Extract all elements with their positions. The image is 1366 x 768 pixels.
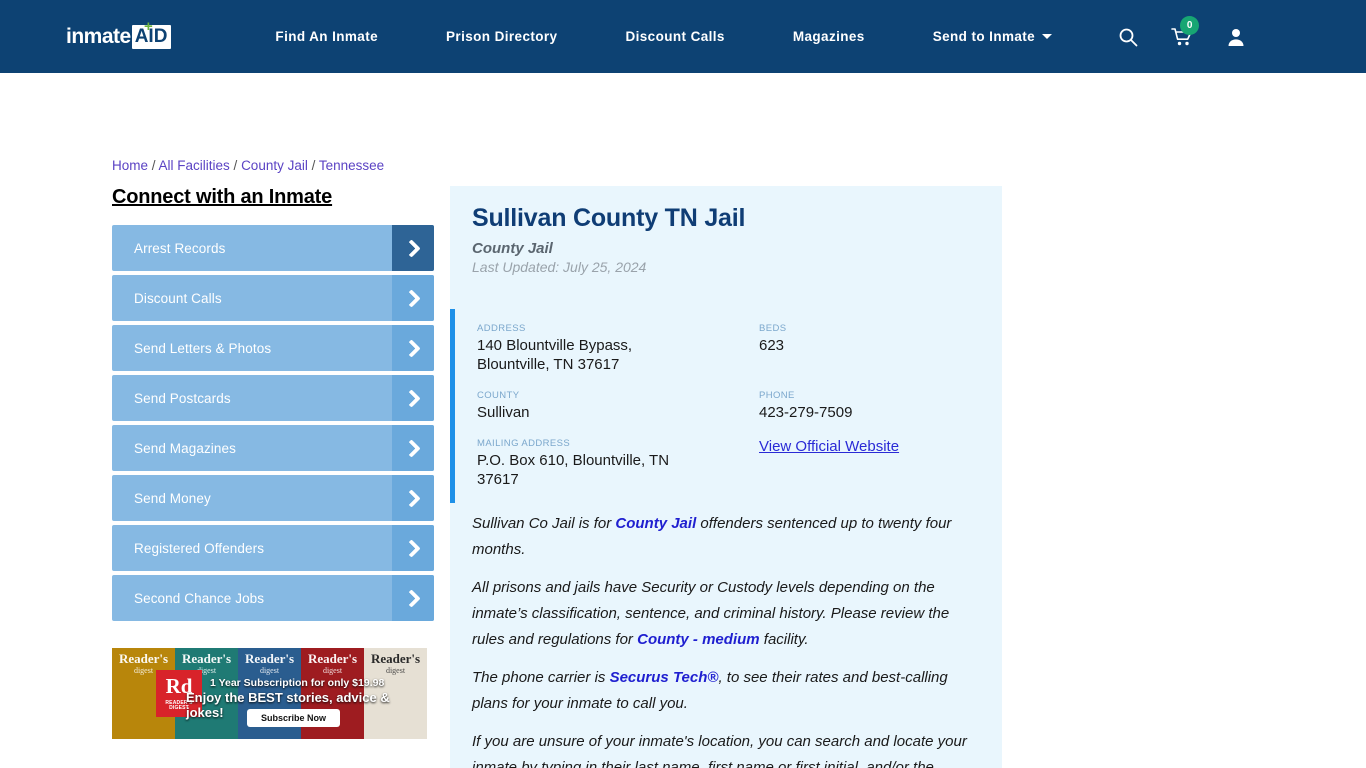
info-field-county: COUNTY Sullivan <box>477 390 759 422</box>
sidebar-item-discount-calls[interactable]: Discount Calls <box>112 275 434 321</box>
info-field-phone: PHONE 423-279-7509 <box>759 390 1002 422</box>
paragraph-text: Sullivan Co Jail is for <box>472 515 616 532</box>
primary-nav: Find An Inmate Prison Directory Discount… <box>241 29 1086 44</box>
description-paragraph-3: The phone carrier is Securus Tech®, to s… <box>472 665 974 717</box>
cart-icon[interactable]: 0 <box>1170 15 1200 49</box>
chevron-right-icon <box>392 575 434 621</box>
ad-brand-top: Reader's <box>118 651 169 666</box>
breadcrumb-separator: / <box>307 158 319 173</box>
subscribe-now-button[interactable]: Subscribe Now <box>247 709 341 727</box>
sidebar-item-arrest-records[interactable]: Arrest Records <box>112 225 434 271</box>
facility-info-box: ADDRESS 140 Blountville Bypass, Blountvi… <box>450 309 1002 503</box>
breadcrumb-separator: / <box>229 158 242 173</box>
logo-plus-icon: + <box>144 17 153 35</box>
advertisement-banner[interactable]: Reader's digest Reader's digest Reader's… <box>112 648 427 739</box>
info-field-address: ADDRESS 140 Blountville Bypass, Blountvi… <box>477 323 759 374</box>
ad-brand-top: Reader's <box>244 651 295 666</box>
info-value: 623 <box>759 337 785 354</box>
facility-panel: Sullivan County TN Jail County Jail Last… <box>450 186 1002 768</box>
info-field-website: View Official Website <box>759 438 1002 489</box>
site-header: inmate AID + Find An Inmate Prison Direc… <box>0 0 1366 73</box>
breadcrumb-item-tennessee[interactable]: Tennessee <box>319 158 384 173</box>
chevron-right-icon <box>392 525 434 571</box>
header-icon-group: 0 <box>1116 15 1248 49</box>
user-icon[interactable] <box>1224 25 1248 49</box>
facility-info-grid: ADDRESS 140 Blountville Bypass, Blountvi… <box>477 323 1002 489</box>
nav-item-send-to-inmate[interactable]: Send to Inmate <box>899 29 1086 44</box>
nav-item-find-an-inmate[interactable]: Find An Inmate <box>241 29 412 44</box>
view-official-website-link[interactable]: View Official Website <box>759 438 899 455</box>
sidebar-item-send-postcards[interactable]: Send Postcards <box>112 375 434 421</box>
info-label: COUNTY <box>477 390 520 401</box>
sidebar-heading: Connect with an Inmate <box>112 186 333 208</box>
search-icon[interactable] <box>1116 25 1140 49</box>
ad-brand-sub: digest <box>259 666 280 675</box>
breadcrumb-item-all-facilities[interactable]: All Facilities <box>159 158 230 173</box>
breadcrumb-separator: / <box>148 158 159 173</box>
last-updated-text: Last Updated: July 25, 2024 <box>472 259 647 275</box>
sidebar-item-label: Second Chance Jobs <box>134 590 265 606</box>
sidebar-item-send-letters-photos[interactable]: Send Letters & Photos <box>112 325 434 371</box>
sidebar-item-label: Send Magazines <box>134 440 236 456</box>
chevron-right-icon <box>392 475 434 521</box>
sidebar-item-label: Send Letters & Photos <box>134 340 272 356</box>
cart-count-badge: 0 <box>1180 15 1200 35</box>
breadcrumb-item-county-jail[interactable]: County Jail <box>241 158 308 173</box>
sidebar: Connect with an Inmate Arrest Records Di… <box>112 186 434 625</box>
nav-item-discount-calls[interactable]: Discount Calls <box>591 29 758 44</box>
securus-tech-link[interactable]: Securus Tech® <box>610 669 719 686</box>
info-value: 423-279-7509 <box>759 404 853 421</box>
ad-brand-sub: digest <box>322 666 343 675</box>
ad-headline: 1 Year Subscription for only $19.98 <box>210 677 385 689</box>
sidebar-item-label: Send Money <box>134 490 211 506</box>
breadcrumb: Home / All Facilities / County Jail / Te… <box>112 158 384 173</box>
info-label: ADDRESS <box>477 323 526 334</box>
ad-brand-sub: digest <box>385 666 406 675</box>
chevron-right-icon <box>392 275 434 321</box>
chevron-right-icon <box>392 225 434 271</box>
sidebar-item-label: Send Postcards <box>134 390 231 406</box>
description-paragraph-1: Sullivan Co Jail is for County Jail offe… <box>472 511 974 563</box>
paragraph-text: facility. <box>759 631 809 648</box>
ad-brand-top: Reader's <box>370 651 421 666</box>
info-field-mailing-address: MAILING ADDRESS P.O. Box 610, Blountvill… <box>477 438 759 489</box>
paragraph-text: If you are unsure of your inmate's locat… <box>472 733 967 768</box>
nav-item-magazines[interactable]: Magazines <box>759 29 899 44</box>
chevron-right-icon <box>392 375 434 421</box>
sidebar-item-send-magazines[interactable]: Send Magazines <box>112 425 434 471</box>
chevron-right-icon <box>392 325 434 371</box>
breadcrumb-item-home[interactable]: Home <box>112 158 148 173</box>
info-label: BEDS <box>759 323 787 334</box>
info-value: P.O. Box 610, Blountville, TN 37617 <box>477 452 670 488</box>
sidebar-item-label: Registered Offenders <box>134 540 265 556</box>
info-value: 140 Blountville Bypass, Blountville, TN … <box>477 337 633 373</box>
sidebar-item-send-money[interactable]: Send Money <box>112 475 434 521</box>
sidebar-item-label: Discount Calls <box>134 290 222 306</box>
page-title: Sullivan County TN Jail <box>472 204 746 232</box>
county-medium-link[interactable]: County - medium <box>637 631 760 648</box>
county-jail-link[interactable]: County Jail <box>615 515 696 532</box>
ad-brand-top: Reader's <box>307 651 358 666</box>
facility-header: Sullivan County TN Jail County Jail Last… <box>450 186 1002 275</box>
chevron-right-icon <box>392 425 434 471</box>
info-label: PHONE <box>759 390 795 401</box>
description-paragraph-2: All prisons and jails have Security or C… <box>472 575 974 653</box>
facility-type: County Jail <box>472 240 553 257</box>
logo-wordmark: inmate <box>66 24 131 48</box>
info-label: MAILING ADDRESS <box>477 438 571 449</box>
paragraph-text: The phone carrier is <box>472 669 610 686</box>
ad-brand-top: Reader's <box>181 651 232 666</box>
description-paragraph-4: If you are unsure of your inmate's locat… <box>472 729 974 768</box>
sidebar-item-registered-offenders[interactable]: Registered Offenders <box>112 525 434 571</box>
facility-description: Sullivan Co Jail is for County Jail offe… <box>450 503 1002 768</box>
sidebar-item-second-chance-jobs[interactable]: Second Chance Jobs <box>112 575 434 621</box>
sidebar-item-label: Arrest Records <box>134 240 226 256</box>
site-logo[interactable]: inmate AID + <box>66 19 172 50</box>
info-field-beds: BEDS 623 <box>759 323 1002 374</box>
nav-item-prison-directory[interactable]: Prison Directory <box>412 29 591 44</box>
info-value: Sullivan <box>477 404 530 421</box>
